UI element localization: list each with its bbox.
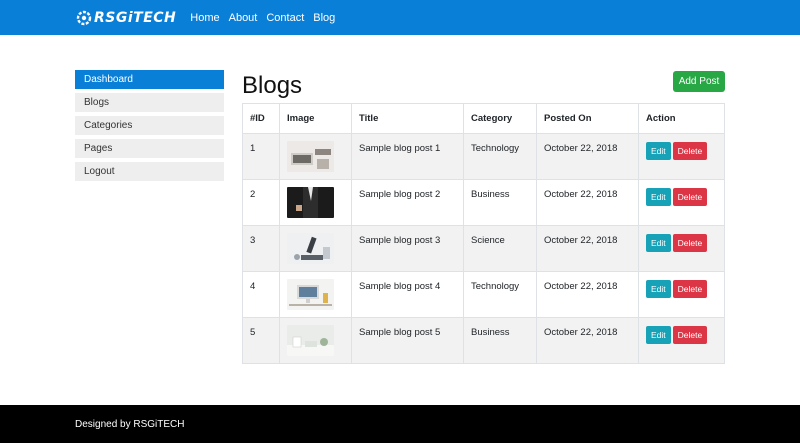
- row-id: 5: [242, 317, 280, 364]
- sidebar: Dashboard Blogs Categories Pages Logout: [75, 70, 224, 185]
- column-header-category: Category: [463, 103, 537, 134]
- row-id: 4: [242, 271, 280, 318]
- brand-logo[interactable]: RSGiTECH: [76, 10, 176, 26]
- footer-credit: Designed by RSGiTECH: [75, 419, 185, 430]
- table-row: 2 Sample blog post 2 Business October 22…: [242, 179, 725, 226]
- column-header-id: #ID: [242, 103, 280, 134]
- nav-link-about[interactable]: About: [229, 12, 258, 24]
- gear-logo-icon: [76, 10, 92, 25]
- table-header-row: #ID Image Title Category Posted On Actio…: [242, 103, 725, 134]
- table-row: 5 Sample blog post 5 Business October 22…: [242, 317, 725, 364]
- sidebar-item-logout[interactable]: Logout: [75, 162, 224, 181]
- row-title: Sample blog post 3: [351, 225, 464, 272]
- row-posted-on: October 22, 2018: [536, 225, 639, 272]
- page-title: Blogs: [242, 72, 303, 99]
- row-title: Sample blog post 5: [351, 317, 464, 364]
- nav-link-home[interactable]: Home: [190, 12, 219, 24]
- row-id: 2: [242, 179, 280, 226]
- desk-laptop-photo: [287, 141, 334, 172]
- businessman-photo: [287, 187, 334, 218]
- row-id: 1: [242, 133, 280, 180]
- sidebar-item-pages[interactable]: Pages: [75, 139, 224, 158]
- delete-button[interactable]: Delete: [672, 188, 708, 206]
- delete-button[interactable]: Delete: [672, 326, 708, 344]
- delete-button[interactable]: Delete: [672, 280, 708, 298]
- row-title: Sample blog post 2: [351, 179, 464, 226]
- add-post-button[interactable]: Add Post: [673, 71, 725, 92]
- edit-button[interactable]: Edit: [646, 188, 671, 206]
- row-title: Sample blog post 4: [351, 271, 464, 318]
- row-category: Technology: [463, 133, 537, 180]
- row-category: Technology: [463, 271, 537, 318]
- nav-links: Home About Contact Blog: [190, 12, 344, 24]
- row-posted-on: October 22, 2018: [536, 317, 639, 364]
- column-header-title: Title: [351, 103, 464, 134]
- table-row: 4 Sample blog post 4 Technology October …: [242, 271, 725, 318]
- row-title: Sample blog post 1: [351, 133, 464, 180]
- sidebar-item-dashboard[interactable]: Dashboard: [75, 70, 224, 89]
- table-row: 1 Sample blog post 1 Technology October …: [242, 133, 725, 180]
- row-id: 3: [242, 225, 280, 272]
- row-posted-on: October 22, 2018: [536, 133, 639, 180]
- sidebar-item-categories[interactable]: Categories: [75, 116, 224, 135]
- row-category: Business: [463, 317, 537, 364]
- sidebar-item-blogs[interactable]: Blogs: [75, 93, 224, 112]
- column-header-posted-on: Posted On: [536, 103, 639, 134]
- delete-button[interactable]: Delete: [672, 234, 708, 252]
- top-navbar: RSGiTECH Home About Contact Blog: [0, 0, 800, 35]
- row-posted-on: October 22, 2018: [536, 271, 639, 318]
- table-row: 3 Sample blog post 3 Science October 22,…: [242, 225, 725, 272]
- row-posted-on: October 22, 2018: [536, 179, 639, 226]
- blogs-table: #ID Image Title Category Posted On Actio…: [242, 103, 725, 364]
- edit-button[interactable]: Edit: [646, 326, 671, 344]
- nav-link-blog[interactable]: Blog: [313, 12, 335, 24]
- edit-button[interactable]: Edit: [646, 142, 671, 160]
- column-header-action: Action: [638, 103, 725, 134]
- brand-name: RSGiTECH: [94, 9, 177, 26]
- edit-button[interactable]: Edit: [646, 280, 671, 298]
- column-header-image: Image: [279, 103, 352, 134]
- edit-button[interactable]: Edit: [646, 234, 671, 252]
- office-supplies-photo: [287, 325, 334, 356]
- imac-desk-photo: [287, 279, 334, 310]
- microscope-photo: [287, 233, 334, 264]
- footer: Designed by RSGiTECH: [0, 405, 800, 443]
- row-category: Business: [463, 179, 537, 226]
- row-category: Science: [463, 225, 537, 272]
- nav-link-contact[interactable]: Contact: [266, 12, 304, 24]
- delete-button[interactable]: Delete: [672, 142, 708, 160]
